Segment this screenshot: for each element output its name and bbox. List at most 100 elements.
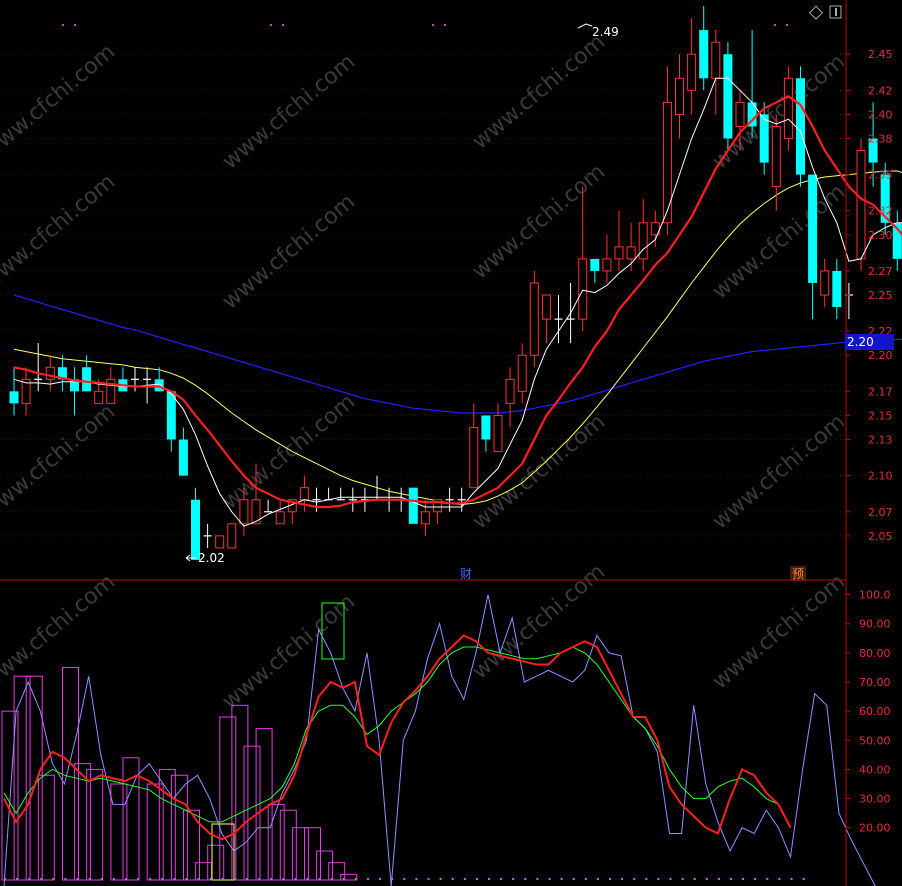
candle-body-up [662,101,672,224]
baseline-dot [209,878,212,880]
baseline-dot [705,878,708,880]
baseline-dot [802,878,805,880]
baseline-dot [439,878,442,880]
top-dot [774,24,776,26]
candle-body-up [299,487,309,501]
baseline-dot [645,878,648,880]
candle-body-down [481,415,491,440]
baseline-dot [584,878,587,880]
candle-body-down [178,439,188,476]
price-tick-label: 2.38 [868,132,893,145]
baseline-dot [52,878,55,880]
baseline-dot [282,878,285,880]
candle-body-up [420,511,430,525]
indicator-tick-label: 100.0 [859,589,891,602]
candle-body-down [759,114,769,163]
candle-body-up [638,222,648,260]
candle-body-up [94,390,104,404]
top-dot [444,24,446,26]
baseline-dot [524,878,527,880]
baseline-dot [161,878,164,880]
price-tick-label: 2.05 [868,530,893,543]
baseline-dot [330,878,333,880]
baseline-dot [681,878,684,880]
top-dot [786,24,788,26]
baseline-dot [657,878,660,880]
baseline-dot [463,878,466,880]
baseline-dot [488,878,490,880]
baseline-dot [233,878,236,880]
price-tick-label: 2.30 [868,229,893,242]
chart-canvas: www.cfchi.com www.cfchi.com www.cfchi.com w… [0,0,902,886]
baseline-dot [64,878,67,880]
price-tick-label: 2.15 [868,409,893,422]
baseline-dot [778,878,781,880]
indicator-tick-label: 40.00 [859,763,891,776]
baseline-dot [379,878,382,880]
candle-body-up [614,246,624,260]
candle-body-up [771,125,781,188]
candle-body-up [735,101,745,127]
baseline-dot [560,878,563,880]
baseline-dot [754,878,757,880]
top-dot [432,24,434,26]
price-tick-label: 2.17 [868,385,893,398]
candle-body-up [783,77,793,139]
baseline-dot [76,878,79,880]
baseline-dot [596,878,599,880]
top-dot [62,24,64,26]
candle-body-down [590,258,600,271]
baseline-dot [125,878,127,880]
baseline-dot [790,878,793,880]
baseline-dot [294,878,297,880]
low-price-label: 2.02 [198,551,225,565]
candle-body-down [82,367,92,392]
top-dot [74,24,76,26]
baseline-dot [149,878,152,880]
top-dot [270,24,272,26]
baseline-dot [318,878,321,880]
baseline-dot [197,878,200,880]
candle-body-up [626,246,636,260]
baseline-dot [403,878,406,880]
indicator-tick-label: 80.00 [859,647,891,660]
candle-body-up [227,523,237,549]
baseline-dot [415,878,418,880]
indicator-tick-label: 90.00 [859,618,891,631]
candle-body-up [275,511,285,525]
candle-body-up [239,499,249,525]
candle-body-down [9,391,19,404]
baseline-dot [16,878,19,880]
candle-body-up [529,282,539,356]
baseline-dot [475,878,478,880]
baseline-dot [572,878,575,880]
candle-body-up [505,378,515,404]
baseline-dot [40,878,43,880]
candle-body-up [675,77,684,115]
baseline-dot [342,878,345,880]
candle-body-up [517,354,527,392]
candle-body-up [856,150,866,260]
candle-body-up [493,414,503,453]
candle-body-down [808,174,818,283]
price-tick-label: 2.40 [868,108,893,121]
indicator-tick-label: 20.00 [859,822,891,835]
baseline-dot [137,878,140,880]
baseline-dot [221,878,224,880]
price-tick-label: 2.27 [868,265,893,278]
indicator-tick-label: 30.00 [859,793,891,806]
baseline-dot [693,878,696,880]
candle-body-up [711,41,721,79]
price-tick-label: 2.32 [868,205,893,218]
candle-body-down [699,30,709,79]
candle-body-down [832,270,842,308]
candle-body-down [796,78,805,175]
baseline-dot [633,878,636,880]
candle-body-up [45,366,55,380]
baseline-dot [354,878,357,880]
baseline-dot [185,878,188,880]
indicator-tick-label: 60.00 [859,705,891,718]
price-tick-label: 2.07 [868,506,893,519]
candle-body-down [723,54,733,139]
baseline-dot [427,878,430,880]
